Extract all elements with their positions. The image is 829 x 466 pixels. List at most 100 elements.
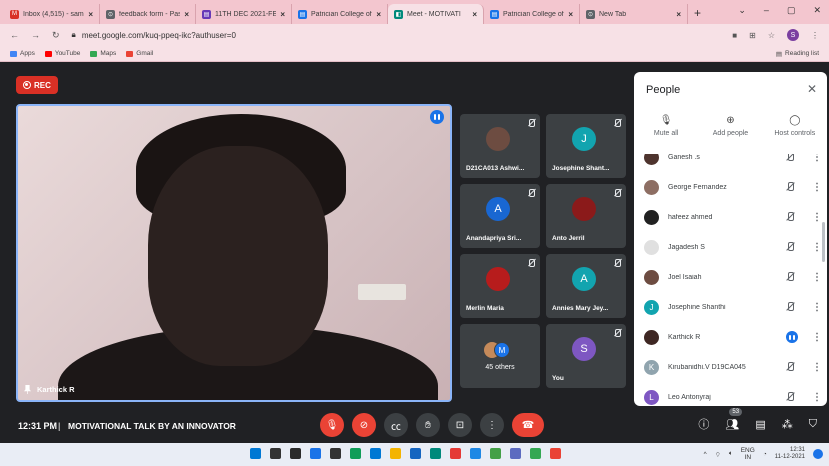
taskbar-app-icon[interactable] — [330, 448, 341, 459]
forward-arrow-icon[interactable]: → — [31, 30, 40, 40]
wifi-icon[interactable]: ◔ — [763, 451, 767, 458]
taskbar-app-icon[interactable] — [430, 448, 441, 459]
tab-close-icon[interactable]: × — [184, 10, 189, 19]
taskbar-app-icon[interactable] — [370, 448, 381, 459]
participant-options-icon[interactable]: ⋮ — [812, 272, 822, 283]
muted-mic-icon[interactable] — [784, 154, 798, 163]
taskbar-app-icon[interactable] — [270, 448, 281, 459]
muted-mic-icon[interactable] — [784, 211, 798, 223]
muted-mic-icon[interactable] — [784, 301, 798, 313]
participant-options-icon[interactable]: ⋮ — [812, 154, 822, 163]
people-action-button[interactable]: ⊕ Add people — [700, 116, 760, 138]
taskbar-clock[interactable]: 12:31 11-12-2021 — [775, 447, 805, 461]
tray-chevron-icon[interactable]: ^ — [704, 451, 707, 458]
bookmark-item[interactable]: Apps — [10, 50, 35, 57]
bookmark-item[interactable]: YouTube — [44, 50, 80, 57]
camera-off-button[interactable]: ⊘ — [352, 413, 376, 437]
minimize-button[interactable]: – — [764, 5, 769, 16]
volume-icon[interactable]: 🔈︎ — [729, 450, 733, 458]
participant-tile[interactable]: Anto Jerril — [546, 184, 626, 248]
browser-tab[interactable]: M Inbox (4,515) - sampe × — [4, 4, 100, 24]
participant-tile[interactable]: Merlin Maria — [460, 254, 540, 318]
participant-row[interactable]: Jagadesh S ⋮ — [634, 232, 822, 262]
participant-tile[interactable]: S You — [546, 324, 626, 388]
chat-icon[interactable]: ▤ — [755, 418, 765, 431]
browser-tab[interactable]: ▤ Patrician College of Ar × — [484, 4, 580, 24]
people-button[interactable]: 👥︎ 53 — [725, 407, 743, 431]
activities-icon[interactable]: ⁂ — [782, 418, 793, 431]
browser-tab[interactable]: ⊙ New Tab × — [580, 4, 688, 24]
bookmark-item[interactable]: Maps — [90, 50, 116, 57]
address-bar[interactable]: 🔒︎ meet.google.com/kuq-ppeq-ikc?authuser… — [72, 27, 721, 43]
present-button[interactable]: ⊡ — [448, 413, 472, 437]
participant-options-icon[interactable]: ⋮ — [812, 392, 822, 403]
taskbar-app-icon[interactable] — [550, 448, 561, 459]
taskbar-app-icon[interactable] — [450, 448, 461, 459]
profile-avatar[interactable]: S — [787, 29, 799, 41]
main-speaker-video[interactable]: Karthick R — [16, 104, 452, 402]
taskbar-app-icon[interactable] — [250, 448, 261, 459]
speaking-indicator-icon[interactable] — [786, 331, 798, 343]
reload-icon[interactable]: ↻ — [52, 30, 60, 41]
participant-options-icon[interactable]: ⋮ — [812, 212, 822, 223]
participant-row[interactable]: Joel Isaiah ⋮ — [634, 262, 822, 292]
taskbar-app-icon[interactable] — [390, 448, 401, 459]
tab-close-icon[interactable]: × — [568, 10, 573, 19]
menu-kebab-icon[interactable]: ⋮ — [811, 31, 819, 40]
tab-close-icon[interactable]: × — [280, 10, 285, 19]
leave-call-button[interactable]: ☎︎ — [512, 413, 544, 437]
back-arrow-icon[interactable]: ← — [10, 30, 19, 40]
taskbar-app-icon[interactable] — [350, 448, 361, 459]
bookmark-item[interactable]: Gmail — [126, 50, 153, 57]
more-options-button[interactable]: ⋮ — [480, 413, 504, 437]
people-action-button[interactable]: ◯ Host controls — [765, 116, 825, 138]
mic-off-button[interactable]: 🎙︎ — [320, 413, 344, 437]
taskbar-app-icon[interactable] — [510, 448, 521, 459]
participant-options-icon[interactable]: ⋮ — [812, 332, 822, 343]
close-window-button[interactable]: ✕ — [813, 5, 821, 16]
host-controls-icon[interactable]: ⛉ — [809, 418, 817, 431]
bookmark-star-icon[interactable]: ☆ — [768, 31, 775, 40]
participant-tile[interactable]: J Josephine Shant... — [546, 114, 626, 178]
tab-close-icon[interactable]: × — [88, 10, 93, 19]
camera-in-use-icon[interactable]: ■ — [732, 31, 737, 40]
participant-tile[interactable]: D21CA013 Ashwi... — [460, 114, 540, 178]
muted-mic-icon[interactable] — [784, 391, 798, 403]
language-indicator[interactable]: ENG IN — [741, 447, 755, 461]
people-action-button[interactable]: 🎙︎ Mute all — [636, 116, 696, 138]
maximize-button[interactable]: ▢ — [787, 5, 796, 16]
captions-button[interactable]: ㏄ — [384, 413, 408, 437]
taskbar-app-icon[interactable] — [290, 448, 301, 459]
new-tab-button[interactable]: + — [694, 6, 701, 20]
reading-list-button[interactable]: ▤ Reading list — [776, 50, 819, 58]
participant-row[interactable]: Ganesh .s ⋮ — [634, 154, 822, 172]
taskbar-app-icon[interactable] — [530, 448, 541, 459]
browser-tab[interactable]: ⊙ feedback form - Pass × — [100, 4, 196, 24]
participant-row[interactable]: George Fernandez ⋮ — [634, 172, 822, 202]
network-icon[interactable]: ⌔ — [715, 450, 721, 459]
meeting-details-icon[interactable]: ⓘ — [698, 416, 709, 432]
tab-close-icon[interactable]: × — [376, 10, 381, 19]
muted-mic-icon[interactable] — [784, 181, 798, 193]
tab-close-icon[interactable]: × — [676, 10, 681, 19]
notification-icon[interactable] — [813, 449, 823, 459]
tab-search-icon[interactable]: ⌄ — [738, 5, 746, 16]
share-icon[interactable]: ⊞ — [749, 31, 756, 40]
participant-options-icon[interactable]: ⋮ — [812, 242, 822, 253]
pin-icon[interactable] — [24, 385, 31, 394]
participant-row[interactable]: hafeez ahmed ⋮ — [634, 202, 822, 232]
taskbar-app-icon[interactable] — [310, 448, 321, 459]
muted-mic-icon[interactable] — [784, 361, 798, 373]
muted-mic-icon[interactable] — [784, 241, 798, 253]
browser-tab[interactable]: ◧ Meet - MOTIVATI × — [388, 4, 484, 24]
participant-row[interactable]: L Leo Antonyraj ⋮ — [634, 382, 822, 406]
taskbar-app-icon[interactable] — [410, 448, 421, 459]
taskbar-app-icon[interactable] — [490, 448, 501, 459]
participant-row[interactable]: Karthick R ⋮ — [634, 322, 822, 352]
tab-close-icon[interactable]: × — [472, 10, 477, 19]
participant-tile[interactable]: A Annies Mary Jey... — [546, 254, 626, 318]
close-panel-icon[interactable]: ✕ — [807, 82, 817, 96]
participant-options-icon[interactable]: ⋮ — [812, 302, 822, 313]
participant-row[interactable]: K Kirubanidhi.V D19CA045 ⋮ — [634, 352, 822, 382]
taskbar-app-icon[interactable] — [470, 448, 481, 459]
